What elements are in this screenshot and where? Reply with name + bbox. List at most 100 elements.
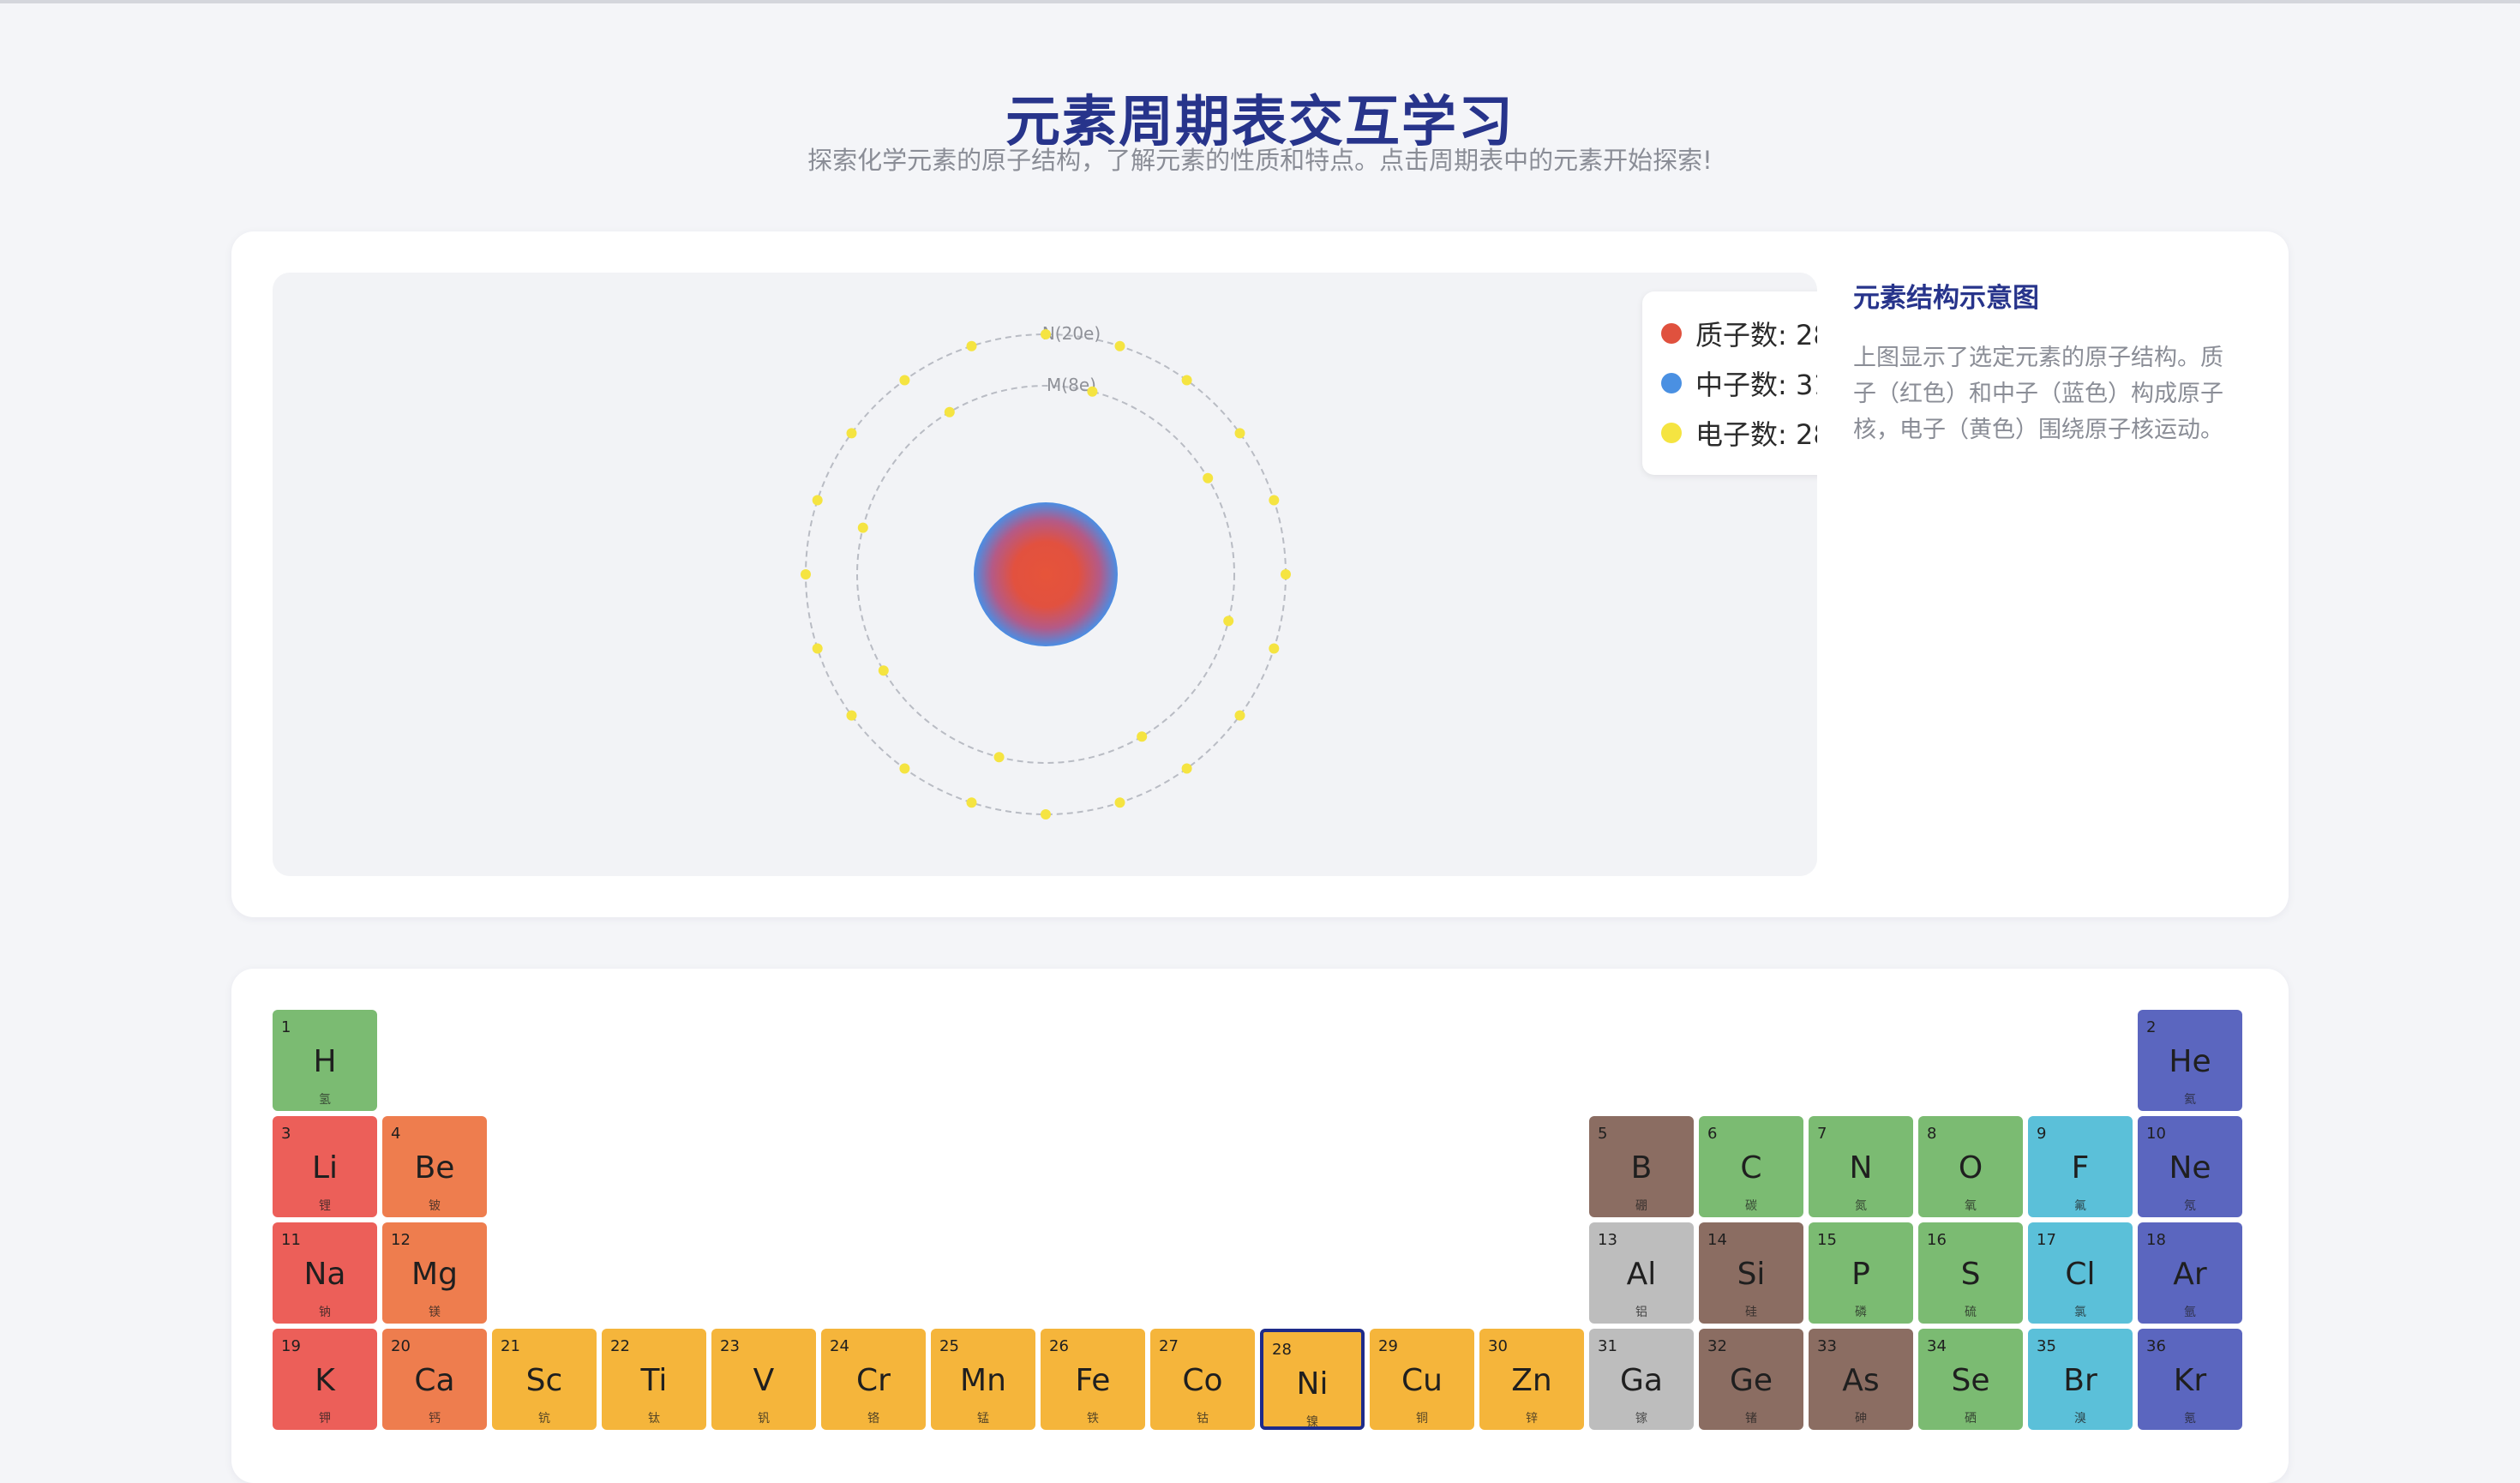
element-number: 9 [2037, 1125, 2047, 1143]
element-number: 7 [1817, 1125, 1827, 1143]
element-cell-mg[interactable]: 12 Mg 镁 [382, 1222, 487, 1324]
element-cell-ti[interactable]: 22 Ti 钛 [602, 1329, 706, 1430]
element-number: 8 [1927, 1125, 1937, 1143]
element-chinese-name: 氮 [1855, 1199, 1867, 1213]
element-symbol: K [315, 1363, 335, 1398]
element-chinese-name: 氖 [2184, 1199, 2196, 1213]
element-cell-li[interactable]: 3 Li 锂 [273, 1116, 377, 1217]
element-cell-ca[interactable]: 20 Ca 钙 [382, 1329, 487, 1430]
electron [1234, 428, 1245, 439]
element-number: 29 [1378, 1337, 1398, 1355]
element-cell-na[interactable]: 11 Na 钠 [273, 1222, 377, 1324]
element-chinese-name: 氩 [2184, 1306, 2196, 1319]
element-cell-se[interactable]: 34 Se 硒 [1918, 1329, 2023, 1430]
element-number: 24 [830, 1337, 849, 1355]
element-number: 2 [2146, 1018, 2157, 1036]
element-cell-cu[interactable]: 29 Cu 铜 [1370, 1329, 1474, 1430]
element-cell-as[interactable]: 33 As 砷 [1809, 1329, 1913, 1430]
electron [812, 495, 823, 506]
element-chinese-name: 钙 [429, 1412, 441, 1426]
element-symbol: He [2169, 1044, 2211, 1079]
element-symbol: As [1842, 1363, 1880, 1398]
legend-electrons-label: 电子数: 28 [1695, 418, 1817, 451]
shell-label-2: N(20e) [1042, 323, 1101, 344]
element-symbol: F [2071, 1150, 2090, 1186]
element-cell-si[interactable]: 14 Si 硅 [1699, 1222, 1803, 1324]
element-cell-be[interactable]: 4 Be 铍 [382, 1116, 487, 1217]
proton-dot [1661, 323, 1682, 344]
element-cell-kr[interactable]: 36 Kr 氪 [2138, 1329, 2242, 1430]
element-symbol: Mg [411, 1257, 458, 1292]
electron [1114, 340, 1125, 351]
electron [1281, 569, 1291, 579]
element-chinese-name: 氟 [2074, 1199, 2086, 1213]
element-chinese-name: 铍 [429, 1199, 441, 1213]
element-cell-he[interactable]: 2 He 氦 [2138, 1010, 2242, 1111]
element-chinese-name: 镁 [429, 1306, 441, 1319]
element-cell-n[interactable]: 7 N氮 [1809, 1116, 1913, 1217]
element-cell-ar[interactable]: 18 Ar 氩 [2138, 1222, 2242, 1324]
element-chinese-name: 钴 [1197, 1412, 1209, 1426]
element-symbol: Li [311, 1150, 339, 1186]
element-chinese-name: 磷 [1855, 1306, 1867, 1319]
element-cell-fe[interactable]: 26 Fe 铁 [1041, 1329, 1145, 1430]
element-chinese-name: 氯 [2074, 1306, 2086, 1319]
nucleus [974, 502, 1118, 646]
particle-legend: 质子数: 28 中子数: 31 电子数: 28 [1642, 291, 1817, 475]
element-cell-zn[interactable]: 30 Zn 锌 [1479, 1329, 1584, 1430]
element-number: 6 [1707, 1125, 1718, 1143]
element-chinese-name: 硅 [1745, 1306, 1757, 1319]
structure-info-description: 上图显示了选定元素的原子结构。质子（红色）和中子（蓝色）构成原子核，电子（黄色）… [1853, 345, 2223, 443]
electron [846, 428, 857, 439]
element-cell-p[interactable]: 15 P 磷 [1809, 1222, 1913, 1324]
element-cell-o[interactable]: 8 O氧 [1918, 1116, 2023, 1217]
electron-dot [1661, 423, 1682, 443]
periodic-table-card: 1 H 氢 2 He 氦 3 Li 锂 4 Be 铍 5 B 硼 6 C 碳 7 N 氮 8 O 氧 9 F 氟 10 Ne 氖 11 Na 钠… [231, 969, 2289, 1483]
element-cell-s[interactable]: 16 S 硫 [1918, 1222, 2023, 1324]
element-number: 33 [1817, 1337, 1837, 1355]
structure-info-title: 元素结构示意图 [1853, 283, 2039, 314]
element-symbol: Si [1737, 1257, 1766, 1292]
element-cell-c[interactable]: 6 C碳 [1699, 1116, 1803, 1217]
element-cell-al[interactable]: 13 Al 铝 [1589, 1222, 1694, 1324]
element-cell-cr[interactable]: 24 Cr 铬 [821, 1329, 926, 1430]
electron [857, 522, 868, 533]
element-chinese-name: 铜 [1416, 1412, 1428, 1426]
element-chinese-name: 钛 [648, 1412, 660, 1426]
element-cell-cl[interactable]: 17 Cl 氯 [2028, 1222, 2133, 1324]
element-cell-b[interactable]: 5 B硼 [1589, 1116, 1694, 1217]
electron [966, 340, 977, 351]
legend-protons-label: 质子数: 28 [1695, 319, 1817, 351]
element-chinese-name: 铁 [1087, 1412, 1099, 1426]
element-symbol: C [1740, 1150, 1762, 1186]
element-symbol: Cr [856, 1363, 891, 1398]
element-chinese-name: 硫 [1965, 1306, 1977, 1319]
page-subtitle: 探索化学元素的原子结构，了解元素的性质和特点。点击周期表中的元素开始探索! [807, 146, 1713, 175]
element-cell-br[interactable]: 35 Br 溴 [2028, 1329, 2133, 1430]
element-chinese-name: 铝 [1635, 1306, 1647, 1319]
electron [846, 710, 857, 721]
element-symbol: N [1849, 1150, 1873, 1186]
element-number: 10 [2146, 1125, 2166, 1143]
element-cell-f[interactable]: 9 F氟 [2028, 1116, 2133, 1217]
element-symbol: Br [2063, 1363, 2097, 1398]
element-cell-mn[interactable]: 25 Mn 锰 [931, 1329, 1035, 1430]
element-number: 23 [720, 1337, 740, 1355]
element-cell-k[interactable]: 19 K 钾 [273, 1329, 377, 1430]
electron [1203, 472, 1214, 483]
element-cell-v[interactable]: 23 V 钒 [711, 1329, 816, 1430]
element-chinese-name: 氧 [1965, 1199, 1977, 1213]
atom-visualization: M(8e) N(20e) 质子数: 28 中子数: 31 电子数: 28 [273, 273, 1817, 876]
element-cell-co[interactable]: 27 Co 钴 [1150, 1329, 1255, 1430]
element-cell-sc[interactable]: 21 Sc 钪 [492, 1329, 597, 1430]
element-cell-h[interactable]: 1 H氢 [273, 1010, 377, 1111]
element-symbol: S [1960, 1257, 1981, 1292]
element-chinese-name: 锌 [1526, 1412, 1538, 1426]
element-symbol: P [1851, 1257, 1870, 1292]
element-cell-ga[interactable]: 31 Ga 镓 [1589, 1329, 1694, 1430]
electron [1181, 763, 1192, 774]
element-cell-ni[interactable]: 28 Ni 镍 [1260, 1329, 1365, 1430]
element-cell-ne[interactable]: 10 Ne 氖 [2138, 1116, 2242, 1217]
element-number: 22 [610, 1337, 630, 1355]
element-cell-ge[interactable]: 32 Ge 锗 [1699, 1329, 1803, 1430]
